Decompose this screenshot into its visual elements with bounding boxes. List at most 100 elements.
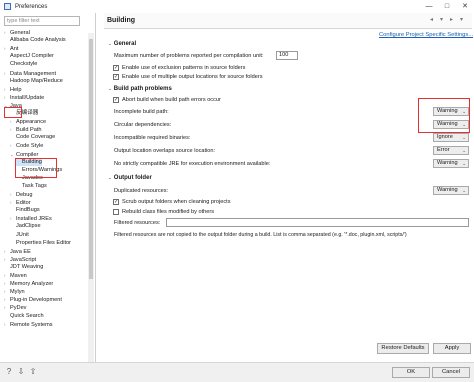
back-arrow-icon[interactable]: ◂: [430, 16, 433, 23]
section-output-folder-title: Output folder: [113, 175, 152, 181]
exclusion-patterns-checkbox[interactable]: ✓: [113, 65, 119, 71]
sidebar-item-label: JavaScript: [10, 256, 37, 263]
scrollbar-thumb[interactable]: [89, 39, 93, 279]
sidebar-item-label: Properties Files Editor: [16, 239, 72, 246]
sidebar-item[interactable]: › Debug: [10, 191, 32, 198]
maximize-button[interactable]: □: [438, 0, 456, 13]
sidebar-item[interactable]: › Memory Analyzer: [4, 280, 53, 287]
dialog-button-bar: ? ⇩ ⇧ OK Cancel: [0, 362, 474, 382]
sidebar-item-label: Alibaba Code Analysis: [10, 37, 66, 44]
sidebar-item[interactable]: › Data Management: [4, 70, 56, 77]
sidebar-item[interactable]: › Editor: [10, 199, 31, 206]
sidebar-item-label: Quick Search: [10, 312, 44, 319]
sidebar-scrollbar[interactable]: [88, 33, 94, 363]
annotation-box-compiler: [15, 158, 57, 178]
sidebar-item[interactable]: Quick Search: [4, 313, 44, 320]
forward-arrow-icon[interactable]: ▸: [450, 16, 453, 23]
forward-menu-icon[interactable]: ▾: [460, 16, 463, 23]
import-icon[interactable]: ⇩: [16, 367, 26, 377]
sidebar-item[interactable]: › General: [4, 29, 30, 36]
back-menu-icon[interactable]: ▾: [440, 16, 443, 23]
collapse-icon[interactable]: ⌄: [108, 41, 112, 46]
circular-dependencies-value: Warning: [437, 121, 458, 127]
restore-defaults-button[interactable]: Restore Defaults: [377, 343, 429, 354]
scrub-output-checkbox[interactable]: ✓: [113, 199, 119, 205]
circular-dependencies-select[interactable]: Warning ⌄: [433, 120, 469, 129]
collapse-icon[interactable]: ⌄: [108, 175, 112, 180]
sidebar-item-label: Remote Systems: [10, 321, 53, 328]
sidebar-item-label: Appearance: [16, 119, 47, 126]
section-output-folder[interactable]: ⌄ Output folder: [108, 175, 152, 181]
filtered-resources-label: Filtered resources:: [114, 220, 161, 226]
sidebar-item[interactable]: Checkstyle: [4, 61, 37, 68]
page-header: Building ◂ ▾ ▸ ▾: [104, 13, 472, 29]
sidebar-item[interactable]: › Installed JREs: [10, 215, 52, 222]
cancel-button[interactable]: Cancel: [432, 367, 470, 378]
preferences-sidebar: type filter text › General Alibaba Code An…: [0, 13, 96, 370]
sidebar-item[interactable]: › Build Path: [10, 126, 42, 133]
abort-build-label: Abort build when build path errors occur: [122, 97, 221, 103]
sidebar-item[interactable]: › Remote Systems: [4, 321, 53, 328]
sidebar-item[interactable]: Alibaba Code Analysis: [4, 37, 66, 44]
sidebar-item[interactable]: Hadoop Map/Reduce: [4, 78, 63, 85]
incompatible-binaries-value: Ignore: [437, 134, 453, 140]
no-compatible-jre-select[interactable]: Warning ⌄: [433, 159, 469, 168]
filtered-resources-field[interactable]: [166, 218, 469, 227]
sidebar-item-label: FindBugs: [16, 207, 40, 214]
output-overlap-select[interactable]: Error ⌄: [433, 146, 469, 155]
sidebar-item[interactable]: Task Tags: [16, 183, 47, 190]
sidebar-item-label: Mylyn: [10, 289, 25, 296]
sidebar-item[interactable]: JDT Weaving: [4, 264, 43, 271]
sidebar-item[interactable]: › Maven: [4, 272, 27, 279]
sidebar-item-label: Memory Analyzer: [10, 281, 54, 288]
sidebar-item[interactable]: ⌄ Compiler: [10, 151, 38, 158]
sidebar-item-label: Task Tags: [22, 182, 47, 189]
sidebar-item-label: Ant: [10, 46, 19, 53]
ok-button[interactable]: OK: [392, 367, 430, 378]
sidebar-item-label: AspectJ Compiler: [10, 53, 54, 60]
sidebar-item[interactable]: Code Coverage: [10, 134, 55, 141]
sidebar-item-label: PyDev: [10, 305, 27, 312]
sidebar-item-label: Code Coverage: [16, 134, 56, 141]
incomplete-build-path-select[interactable]: Warning ⌄: [433, 107, 469, 116]
configure-project-settings-link[interactable]: Configure Project Specific Settings...: [379, 32, 473, 38]
sidebar-item[interactable]: JadClipse: [10, 223, 41, 230]
section-build-path[interactable]: ⌄ Build path problems: [108, 86, 172, 92]
duplicated-resources-select[interactable]: Warning ⌄: [433, 186, 469, 195]
sidebar-item[interactable]: › Help: [4, 86, 22, 93]
sidebar-item[interactable]: FindBugs: [10, 207, 40, 214]
sidebar-item[interactable]: › PyDev: [4, 304, 26, 311]
close-button[interactable]: ✕: [456, 0, 474, 13]
chevron-down-icon: ⌄: [462, 161, 466, 166]
sidebar-item[interactable]: › Java EE: [4, 248, 31, 255]
sidebar-item[interactable]: › Mylyn: [4, 288, 25, 295]
apply-button[interactable]: Apply: [433, 343, 471, 354]
page-title: Building: [107, 17, 135, 24]
sidebar-item-label: Editor: [16, 200, 31, 207]
multiple-output-checkbox[interactable]: ✓: [113, 74, 119, 80]
sidebar-item[interactable]: › Plug-in Development: [4, 296, 62, 303]
sidebar-item[interactable]: Properties Files Editor: [10, 240, 71, 247]
sidebar-item[interactable]: › JavaScript: [4, 256, 36, 263]
collapse-icon[interactable]: ⌄: [108, 86, 112, 91]
scrub-output-label: Scrub output folders when cleaning proje…: [122, 199, 231, 205]
incomplete-build-path-value: Warning: [437, 108, 458, 114]
sidebar-item[interactable]: › Appearance: [10, 118, 46, 125]
minimize-button[interactable]: —: [420, 0, 438, 13]
incompatible-binaries-select[interactable]: Ignore ⌄: [433, 133, 469, 142]
max-problems-field[interactable]: 100: [276, 51, 298, 60]
sidebar-item-label: JDT Weaving: [10, 263, 44, 270]
section-general[interactable]: ⌄ General: [108, 41, 136, 47]
rebuild-class-files-checkbox[interactable]: [113, 209, 119, 215]
sidebar-item[interactable]: AspectJ Compiler: [4, 53, 54, 60]
abort-build-checkbox[interactable]: ✓: [113, 97, 119, 103]
sidebar-item[interactable]: › Code Style: [10, 142, 43, 149]
sidebar-item-label: Maven: [10, 273, 27, 279]
sidebar-item[interactable]: JUnit: [10, 232, 29, 239]
help-icon[interactable]: ?: [4, 367, 14, 377]
sidebar-item[interactable]: › Install/Update: [4, 94, 44, 101]
export-icon[interactable]: ⇧: [28, 367, 38, 377]
sidebar-item[interactable]: › Ant: [4, 45, 18, 52]
output-overlap-value: Error: [437, 147, 450, 153]
filter-input[interactable]: type filter text: [4, 16, 80, 26]
